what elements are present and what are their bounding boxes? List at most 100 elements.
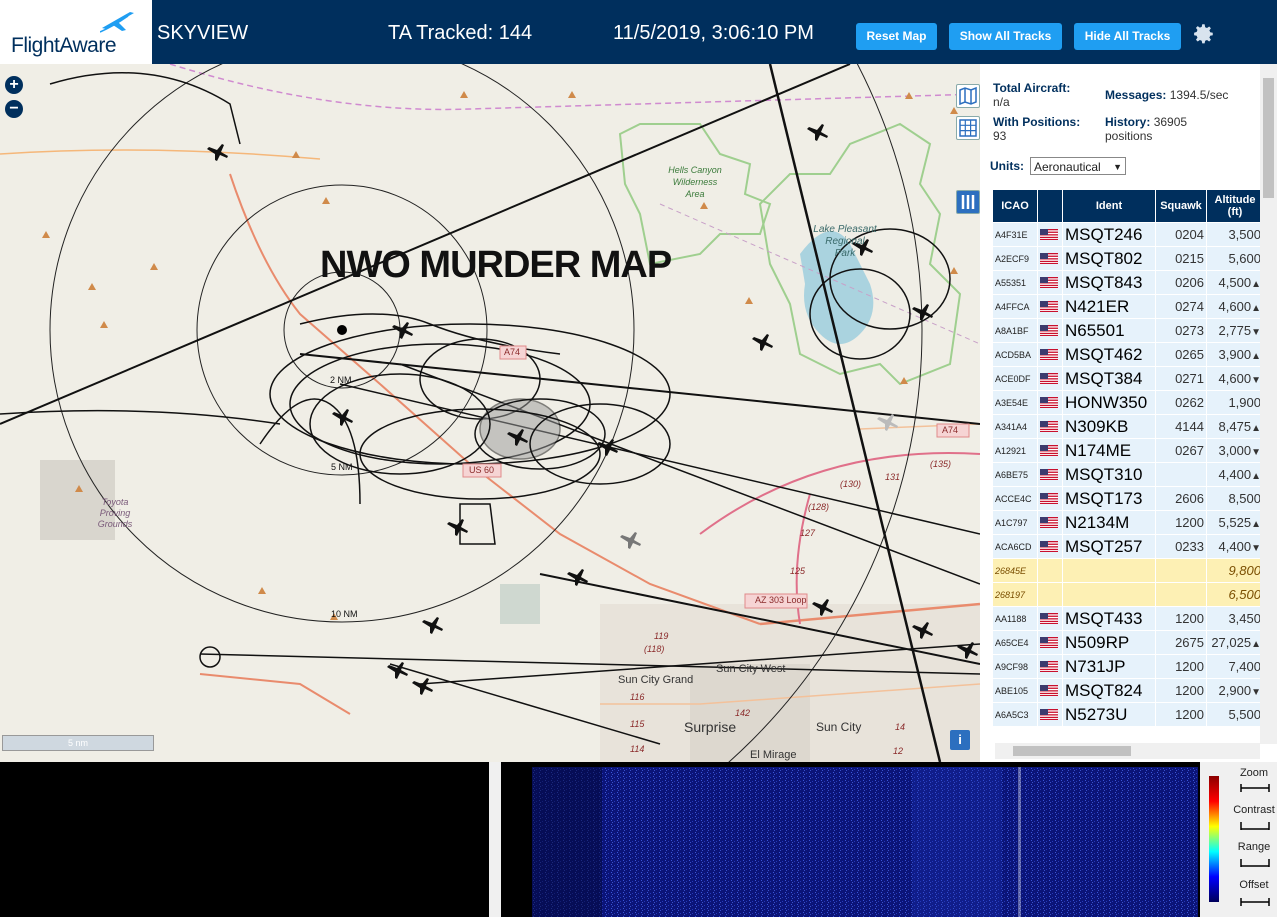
icao-cell: ACA6CD	[993, 535, 1037, 558]
table-row[interactable]: A9CF98 N731JP 1200 7,400	[993, 655, 1263, 678]
columns-toggle-button[interactable]	[956, 190, 980, 214]
zoom-slider[interactable]	[1240, 784, 1270, 792]
ident-cell: MSQT433	[1063, 607, 1155, 630]
squawk-cell	[1156, 583, 1206, 606]
table-row[interactable]: ABE105 MSQT824 1200 2,900▼	[993, 679, 1263, 702]
ident-cell: MSQT246	[1063, 223, 1155, 246]
altitude-value: 2,775	[1218, 323, 1252, 338]
contrast-slider[interactable]	[1240, 822, 1270, 830]
units-label: Units:	[990, 159, 1024, 173]
altitude-value: 4,400	[1218, 467, 1252, 482]
table-row[interactable]: A12921 N174ME 0267 3,000▼	[993, 439, 1263, 462]
flightaware-logo[interactable]: FlightAware	[0, 0, 152, 64]
icao-cell: A65CE4	[993, 631, 1037, 654]
altitude-value: 1,900	[1228, 395, 1261, 410]
map-layers-button[interactable]	[956, 84, 980, 108]
table-row[interactable]: ACCE4C MSQT173 2606 8,500	[993, 487, 1263, 510]
altitude-value: 5,500	[1228, 707, 1261, 722]
table-row[interactable]: A2ECF9 MSQT802 0215 5,600	[993, 247, 1263, 270]
altitude-cell: 2,900▼	[1207, 679, 1263, 702]
reset-map-button[interactable]: Reset Map	[856, 23, 937, 50]
road-number: (135)	[930, 459, 952, 469]
spectrum-panel: Zoom Contrast Range Offset	[0, 762, 1277, 917]
road-number: 119	[654, 631, 669, 641]
road-number: 12	[893, 746, 904, 756]
panel-divider[interactable]	[489, 762, 501, 917]
table-row[interactable]: A341A4 N309KB 4144 8,475▲	[993, 415, 1263, 438]
altitude-value: 2,900	[1218, 683, 1252, 698]
us-flag-icon	[1040, 610, 1058, 627]
icao-cell: ACCE4C	[993, 487, 1037, 510]
wilderness-label: Hells Canyon Wilderness Area	[660, 164, 730, 200]
ident-cell: MSQT257	[1063, 535, 1155, 558]
column-header-flag[interactable]	[1038, 190, 1062, 222]
gear-icon[interactable]	[1190, 21, 1216, 47]
table-row[interactable]: A4FFCA N421ER 0274 4,600▲	[993, 295, 1263, 318]
road-number: 14	[895, 722, 906, 732]
offset-slider[interactable]	[1240, 898, 1270, 906]
altitude-value: 4,500	[1218, 275, 1252, 290]
a74-label: A74	[504, 347, 521, 357]
grid-toggle-button[interactable]	[956, 116, 980, 140]
hide-all-tracks-button[interactable]: Hide All Tracks	[1074, 23, 1181, 50]
us-flag-icon	[1040, 658, 1058, 675]
ident-cell: HONW350	[1063, 391, 1155, 414]
road-number: 115	[630, 719, 645, 729]
lake-line: Regional	[825, 236, 865, 247]
table-row[interactable]: A3E54E HONW350 0262 1,900	[993, 391, 1263, 414]
table-row[interactable]: A8A1BF N65501 0273 2,775▼	[993, 319, 1263, 342]
table-row[interactable]: A4F31E MSQT246 0204 3,500	[993, 223, 1263, 246]
us-flag-icon	[1040, 418, 1058, 435]
ident-cell: MSQT462	[1063, 343, 1155, 366]
altitude-cell: 5,600	[1207, 247, 1263, 270]
altitude-value: 3,500	[1228, 227, 1261, 242]
table-row[interactable]: 268197 6,500	[993, 583, 1263, 606]
map-area[interactable]: NWO MURDER MAP Hells Canyon Wilderness A…	[0, 64, 980, 762]
table-header-row: ICAO Ident Squawk Altitude (ft)	[993, 190, 1263, 222]
table-row[interactable]: ACA6CD MSQT257 0233 4,400▼	[993, 535, 1263, 558]
squawk-cell: 0233	[1156, 535, 1206, 558]
table-row[interactable]: ACE0DF MSQT384 0271 4,600▼	[993, 367, 1263, 390]
zoom-out-button[interactable]: −	[5, 100, 23, 118]
table-row[interactable]: A6BE75 MSQT310 4,400▲	[993, 463, 1263, 486]
altitude-cell: 6,500	[1207, 583, 1263, 606]
messages-label: Messages:	[1105, 88, 1167, 102]
horizontal-scrollbar[interactable]	[995, 743, 1260, 759]
ident-cell: N509RP	[1063, 631, 1155, 654]
aircraft-table: ICAO Ident Squawk Altitude (ft) A4F31E MS…	[992, 189, 1264, 727]
us-flag-icon	[1040, 274, 1058, 291]
altitude-cell: 4,500▲	[1207, 271, 1263, 294]
altitude-cell: 1,900	[1207, 391, 1263, 414]
column-header-ident[interactable]: Ident	[1063, 190, 1155, 222]
table-row[interactable]: A65CE4 N509RP 2675 27,025▲	[993, 631, 1263, 654]
flag-cell	[1038, 511, 1062, 534]
table-row[interactable]: ACD5BA MSQT462 0265 3,900▲	[993, 343, 1263, 366]
table-row[interactable]: A55351 MSQT843 0206 4,500▲	[993, 271, 1263, 294]
table-row[interactable]: 26845E 9,800	[993, 559, 1263, 582]
column-header-icao[interactable]: ICAO	[993, 190, 1037, 222]
messages-value: 1394.5/sec	[1169, 88, 1229, 102]
zoom-in-button[interactable]: +	[5, 76, 23, 94]
vertical-scrollbar-thumb[interactable]	[1263, 78, 1274, 198]
vertical-scrollbar[interactable]	[1260, 64, 1277, 744]
column-header-altitude[interactable]: Altitude (ft)	[1207, 190, 1263, 222]
ring-10nm-label: 10 NM	[331, 609, 358, 619]
ring-5nm-label: 5 NM	[331, 462, 353, 472]
units-select[interactable]: Aeronautical ▼	[1030, 157, 1126, 175]
squawk-cell: 1200	[1156, 703, 1206, 726]
altitude-value: 27,025	[1211, 635, 1252, 650]
range-slider[interactable]	[1240, 859, 1270, 867]
table-row[interactable]: AA1188 MSQT433 1200 3,450	[993, 607, 1263, 630]
show-all-tracks-button[interactable]: Show All Tracks	[949, 23, 1062, 50]
column-header-squawk[interactable]: Squawk	[1156, 190, 1206, 222]
app-name: SKYVIEW	[157, 22, 249, 44]
table-row[interactable]: A6A5C3 N5273U 1200 5,500	[993, 703, 1263, 726]
altitude-value: 8,475	[1218, 419, 1252, 434]
road-number: (130)	[840, 479, 862, 489]
table-row[interactable]: A1C797 N2134M 1200 5,525▲	[993, 511, 1263, 534]
horizontal-scrollbar-thumb[interactable]	[1013, 746, 1131, 756]
tracked-count: TA Tracked: 144	[388, 22, 533, 44]
flag-cell	[1038, 487, 1062, 510]
ident-cell: MSQT824	[1063, 679, 1155, 702]
info-button[interactable]: i	[950, 730, 970, 750]
